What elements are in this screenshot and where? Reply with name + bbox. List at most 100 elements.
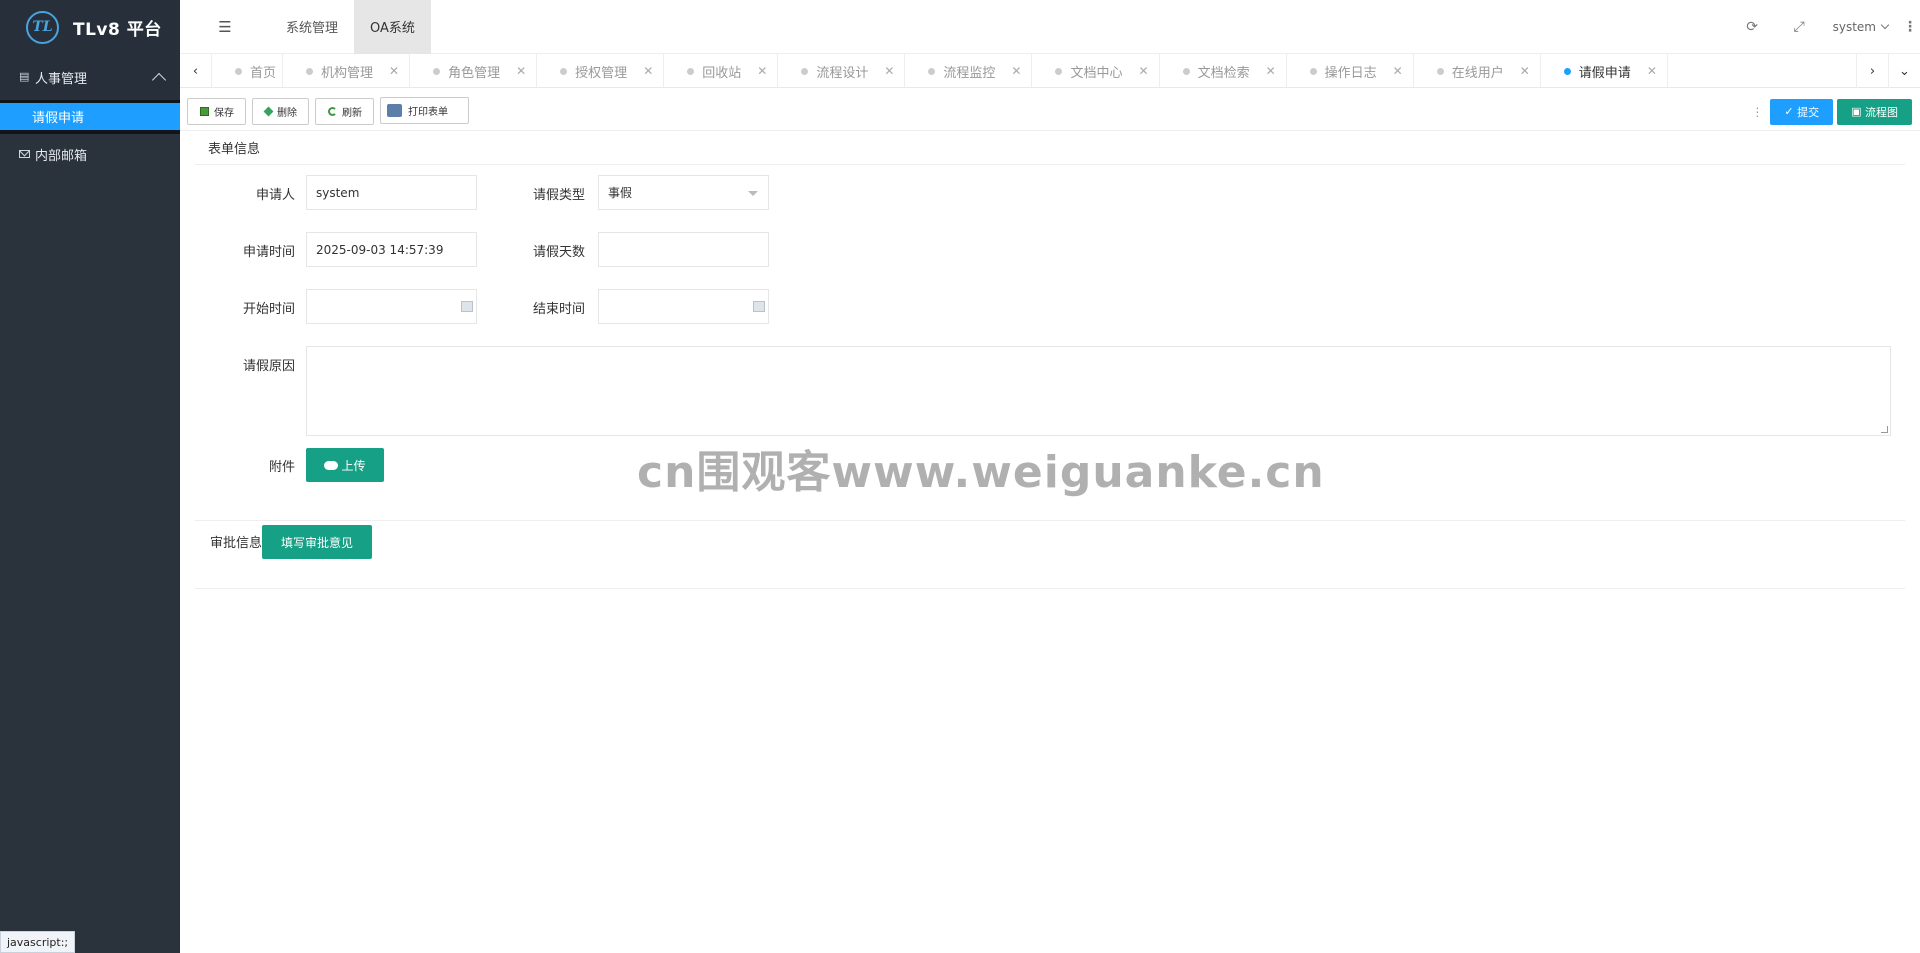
flowchart-label: 流程图	[1865, 105, 1898, 119]
close-icon[interactable]: ✕	[753, 64, 771, 78]
more-icon[interactable]: ⋮	[1900, 0, 1920, 54]
refresh-label: 刷新	[342, 108, 362, 119]
page-tab[interactable]: 机构管理 ✕	[283, 54, 411, 87]
submit-button[interactable]: ✓ 提交	[1770, 98, 1834, 125]
image-icon: ▣	[1851, 105, 1865, 118]
write-approval-opinion-button[interactable]: 填写审批意见	[262, 525, 372, 559]
close-icon[interactable]: ✕	[1516, 64, 1534, 78]
sidebar-group-label: 人事管理	[35, 71, 88, 87]
close-icon[interactable]: ✕	[1007, 64, 1025, 78]
book-icon: ▤	[19, 70, 30, 83]
refresh-icon[interactable]: ⟳	[1729, 0, 1776, 54]
header-actions: ⟳ ⤢ system ⋮	[1729, 0, 1920, 54]
chevron-down-icon	[1880, 20, 1890, 30]
page-tab-home[interactable]: 首页	[212, 54, 284, 87]
form-row: 请假原因	[195, 345, 1905, 448]
save-icon	[200, 107, 209, 116]
delete-label: 删除	[277, 108, 297, 119]
tabs-scroll-left-icon[interactable]: ‹	[180, 54, 212, 88]
sidebar-group-hr[interactable]: ▤ 人事管理	[0, 54, 180, 100]
applicant-field[interactable]: system	[306, 175, 477, 210]
chevron-up-icon	[151, 72, 167, 87]
close-icon[interactable]: ✕	[880, 64, 898, 78]
page-tab[interactable]: 在线用户 ✕	[1414, 54, 1541, 87]
delete-button[interactable]: 删除	[252, 98, 309, 125]
printer-icon	[387, 104, 402, 117]
upload-button[interactable]: 上传	[306, 448, 384, 482]
resize-handle-icon[interactable]	[1881, 426, 1888, 433]
cloud-upload-icon	[324, 460, 339, 470]
page-tab[interactable]: 操作日志 ✕	[1287, 54, 1414, 87]
save-label: 保存	[214, 108, 234, 119]
tab-dot-icon	[1055, 67, 1063, 75]
sidebar-item-leave-request[interactable]: 请假申请	[0, 100, 180, 134]
flowchart-button[interactable]: ▣ 流程图	[1837, 98, 1912, 125]
logo: TL TLv8 平台	[0, 0, 180, 54]
user-menu[interactable]: system	[1823, 20, 1900, 34]
page-tab[interactable]: 文档中心 ✕	[1032, 54, 1160, 87]
page-tab-leave-request[interactable]: 请假申请 ✕	[1541, 54, 1668, 87]
toolbar-right: ⋮ ✓ 提交 ▣ 流程图	[1751, 98, 1920, 125]
tab-system-management[interactable]: 系统管理	[270, 0, 354, 54]
tab-dot-icon	[433, 67, 441, 75]
page-tab[interactable]: 流程监控 ✕	[905, 54, 1033, 87]
app-title: TLv8 平台	[73, 19, 162, 40]
close-icon[interactable]: ✕	[385, 64, 403, 78]
page-tab-label: 操作日志	[1324, 65, 1377, 81]
tab-dot-icon	[1563, 67, 1571, 75]
tab-dot-icon	[928, 67, 936, 75]
reason-label: 请假原因	[242, 359, 295, 374]
sidebar-item-label: 请假申请	[32, 111, 85, 126]
refresh-icon	[328, 107, 337, 116]
apply-time-field[interactable]: 2025-09-03 14:57:39	[306, 232, 477, 267]
page-tab-label: 首页	[250, 65, 277, 81]
close-icon[interactable]: ✕	[512, 64, 530, 78]
page-tab-list: 首页 机构管理 ✕ 角色管理 ✕ 授权管理 ✕ 回收站 ✕ 流程设计 ✕ 流程监控 ✕ 文档…	[212, 54, 1856, 87]
tabs-dropdown-icon[interactable]: ⌄	[1888, 54, 1920, 88]
section-divider	[195, 588, 1905, 589]
page-tabs-bar: ‹ 首页 机构管理 ✕ 角色管理 ✕ 授权管理 ✕ 回收站 ✕ 流程设计 ✕ 流程监控 ✕ …	[180, 54, 1920, 88]
close-icon[interactable]: ✕	[1643, 64, 1661, 78]
start-time-input[interactable]	[306, 289, 477, 324]
page-tab-label: 角色管理	[448, 65, 501, 81]
page-tab[interactable]: 角色管理 ✕	[410, 54, 538, 87]
submit-label: 提交	[1797, 105, 1820, 119]
tab-oa-system[interactable]: OA系统	[354, 0, 431, 54]
refresh-button[interactable]: 刷新	[315, 98, 374, 125]
delete-icon	[263, 106, 274, 117]
upload-label: 上传	[341, 458, 366, 473]
form-row: 附件 上传	[195, 448, 1905, 514]
page-tab[interactable]: 流程设计 ✕	[778, 54, 906, 87]
end-time-input[interactable]	[598, 289, 769, 324]
status-bar: javascript:;	[0, 931, 76, 953]
page-tab[interactable]: 文档检索 ✕	[1160, 54, 1287, 87]
leave-days-input[interactable]	[598, 232, 769, 267]
page-tabs-nav-right: › ⌄	[1856, 54, 1920, 88]
page-tab-label: 机构管理	[321, 65, 374, 81]
tab-dot-icon	[306, 67, 314, 75]
tabs-scroll-right-icon[interactable]: ›	[1856, 54, 1888, 88]
save-button[interactable]: 保存	[187, 98, 246, 125]
page-tab[interactable]: 回收站 ✕	[664, 54, 779, 87]
print-form-button[interactable]: 打印表单	[380, 97, 469, 124]
tab-dot-icon	[687, 67, 695, 75]
reason-textarea[interactable]	[306, 346, 1891, 436]
close-icon[interactable]: ✕	[1262, 64, 1280, 78]
section-divider	[195, 520, 1905, 521]
leave-type-value: 事假	[608, 186, 633, 200]
leave-type-label: 请假类型	[532, 188, 585, 203]
fullscreen-icon[interactable]: ⤢	[1776, 0, 1823, 54]
close-icon[interactable]: ✕	[639, 64, 657, 78]
sidebar-item-internal-mail[interactable]: 内部邮箱	[0, 134, 180, 174]
calendar-icon[interactable]	[461, 301, 473, 312]
page-tab-label: 文档中心	[1070, 65, 1123, 81]
mail-icon	[19, 150, 30, 158]
close-icon[interactable]: ✕	[1135, 64, 1153, 78]
start-time-label: 开始时间	[242, 302, 295, 317]
close-icon[interactable]: ✕	[1389, 64, 1407, 78]
calendar-icon[interactable]	[753, 301, 765, 312]
leave-type-select[interactable]: 事假	[598, 175, 769, 210]
menu-toggle-icon[interactable]: ☰	[180, 0, 270, 54]
page-tab[interactable]: 授权管理 ✕	[537, 54, 665, 87]
page-tab-label: 回收站	[702, 65, 742, 81]
